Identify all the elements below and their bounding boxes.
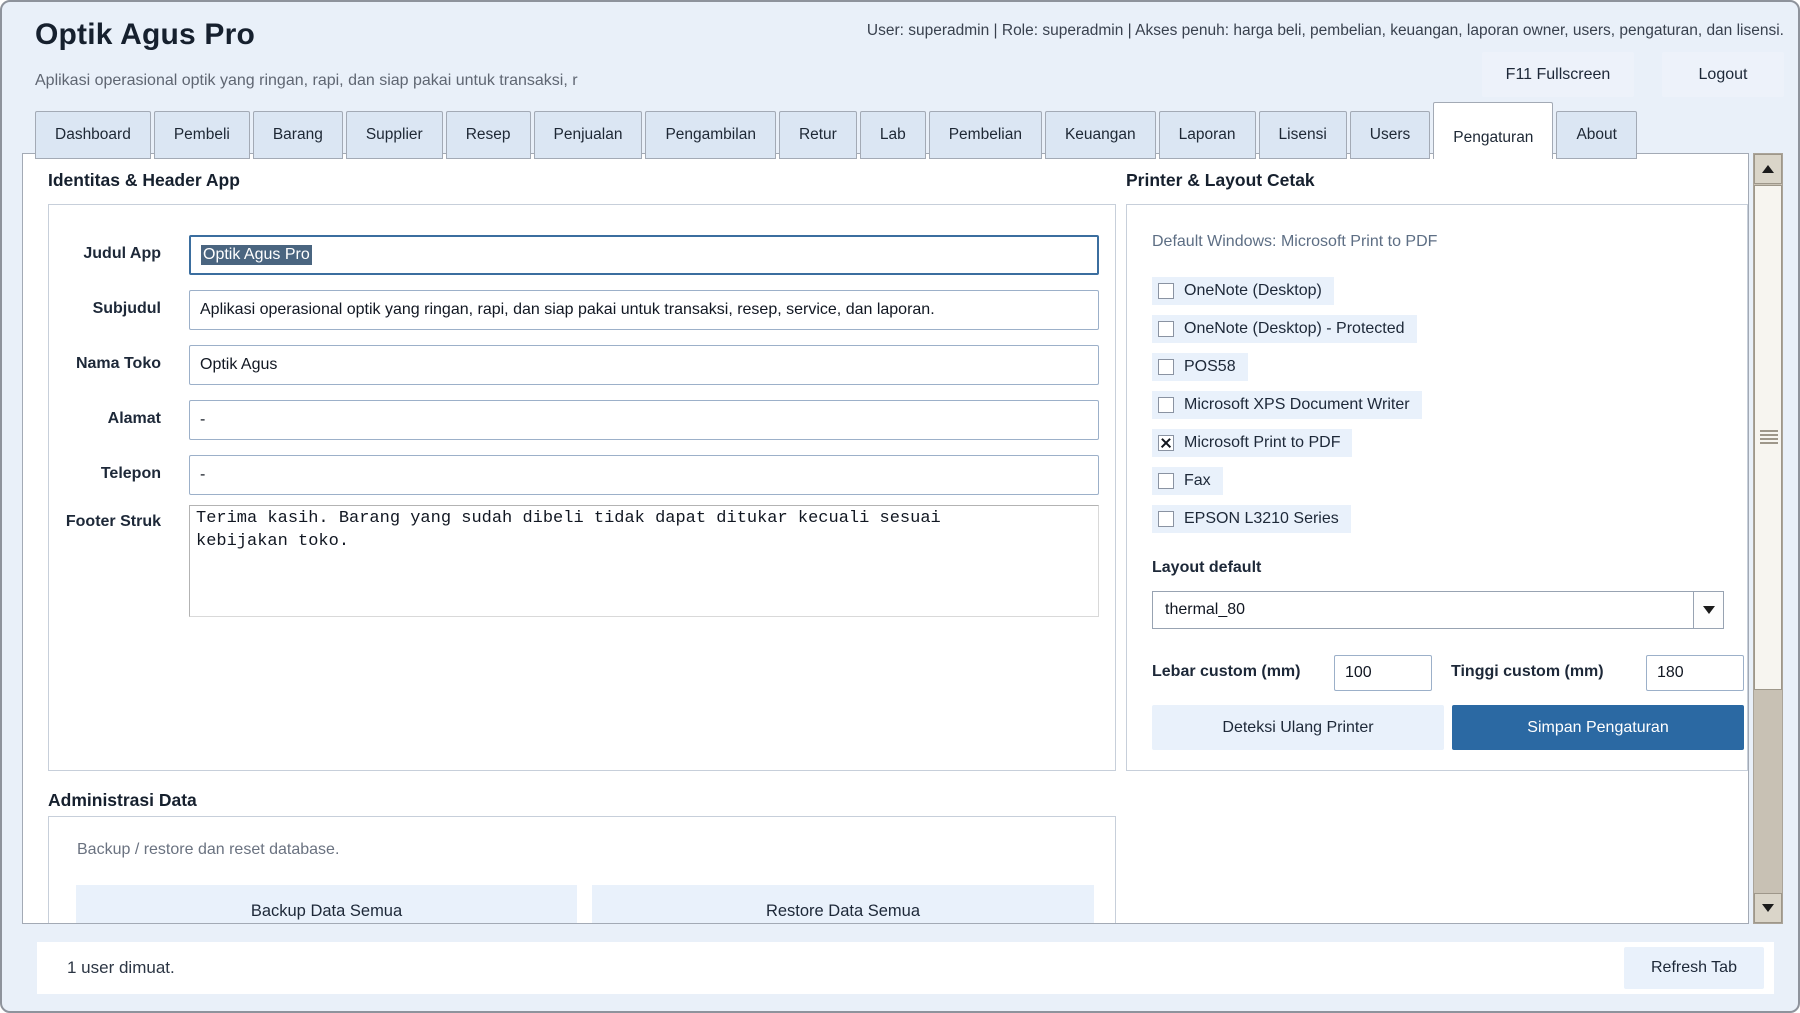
printer-option-label: Microsoft XPS Document Writer — [1184, 396, 1410, 414]
telepon-label: Telepon — [49, 465, 161, 483]
nama-toko-label: Nama Toko — [49, 355, 161, 373]
printer-group-box: Default Windows: Microsoft Print to PDF … — [1126, 204, 1748, 771]
printer-option-label: OneNote (Desktop) — [1184, 282, 1322, 300]
checkbox[interactable] — [1158, 473, 1174, 489]
tab-resep[interactable]: Resep — [446, 111, 531, 159]
scrollbar-down-button[interactable] — [1754, 893, 1782, 923]
telepon-input[interactable] — [189, 455, 1099, 495]
tab-lisensi[interactable]: Lisensi — [1259, 111, 1347, 159]
tab-keuangan[interactable]: Keuangan — [1045, 111, 1156, 159]
scrollbar-thumb[interactable] — [1754, 185, 1782, 690]
settings-panel: Identitas & Header App Judul App Optik A… — [22, 153, 1749, 924]
tab-pembelian[interactable]: Pembelian — [929, 111, 1042, 159]
subjudul-label: Subjudul — [49, 300, 161, 318]
printer-option-label: Microsoft Print to PDF — [1184, 434, 1340, 452]
layout-default-combobox[interactable]: thermal_80 — [1152, 591, 1724, 629]
footer-struk-textarea[interactable]: Terima kasih. Barang yang sudah dibeli t… — [189, 505, 1099, 617]
judul-app-label: Judul App — [49, 245, 161, 263]
user-role-info: User: superadmin | Role: superadmin | Ak… — [867, 22, 1784, 40]
checkbox[interactable] — [1158, 397, 1174, 413]
refresh-tab-button[interactable]: Refresh Tab — [1624, 947, 1764, 989]
printer-option-onenote[interactable]: OneNote (Desktop) — [1152, 277, 1334, 305]
identity-group-box: Judul App Optik Agus Pro Subjudul Nama T… — [48, 204, 1116, 771]
admin-section-heading: Administrasi Data — [48, 790, 197, 811]
printer-option-print-to-pdf[interactable]: Microsoft Print to PDF — [1152, 429, 1352, 457]
scrollbar-up-button[interactable] — [1754, 154, 1782, 184]
detect-printer-button[interactable]: Deteksi Ulang Printer — [1152, 705, 1444, 750]
printer-option-label: POS58 — [1184, 358, 1236, 376]
save-settings-button[interactable]: Simpan Pengaturan — [1452, 705, 1744, 750]
lebar-custom-input[interactable] — [1334, 655, 1432, 691]
tab-lab[interactable]: Lab — [860, 111, 926, 159]
tinggi-custom-input[interactable] — [1646, 655, 1744, 691]
layout-default-value: thermal_80 — [1153, 601, 1245, 619]
restore-data-button[interactable]: Restore Data Semua — [592, 885, 1094, 924]
printer-option-label: EPSON L3210 Series — [1184, 510, 1339, 528]
tab-bar: Dashboard Pembeli Barang Supplier Resep … — [35, 102, 1640, 159]
alamat-label: Alamat — [49, 410, 161, 428]
fullscreen-button[interactable]: F11 Fullscreen — [1482, 52, 1634, 97]
app-title: Optik Agus Pro — [35, 18, 255, 52]
status-text: 1 user dimuat. — [67, 958, 175, 978]
default-printer-info: Default Windows: Microsoft Print to PDF — [1152, 233, 1437, 251]
status-bar: 1 user dimuat. Refresh Tab — [37, 942, 1774, 994]
alamat-input[interactable] — [189, 400, 1099, 440]
app-subtitle: Aplikasi operasional optik yang ringan, … — [35, 72, 578, 90]
lebar-custom-label: Lebar custom (mm) — [1152, 663, 1300, 681]
layout-default-label: Layout default — [1152, 559, 1261, 577]
tab-users[interactable]: Users — [1350, 111, 1430, 159]
printer-option-onenote-protected[interactable]: OneNote (Desktop) - Protected — [1152, 315, 1417, 343]
tab-laporan[interactable]: Laporan — [1159, 111, 1256, 159]
tab-penjualan[interactable]: Penjualan — [534, 111, 643, 159]
printer-option-label: OneNote (Desktop) - Protected — [1184, 320, 1405, 338]
checkbox[interactable] — [1158, 321, 1174, 337]
nama-toko-input[interactable] — [189, 345, 1099, 385]
tinggi-custom-label: Tinggi custom (mm) — [1451, 663, 1604, 681]
arrow-up-icon — [1762, 165, 1774, 173]
admin-description: Backup / restore dan reset database. — [77, 841, 339, 859]
tab-barang[interactable]: Barang — [253, 111, 343, 159]
footer-struk-label: Footer Struk — [49, 513, 161, 531]
tab-about[interactable]: About — [1556, 111, 1637, 159]
printer-option-pos58[interactable]: POS58 — [1152, 353, 1248, 381]
checkbox[interactable] — [1158, 283, 1174, 299]
judul-app-input[interactable]: Optik Agus Pro — [189, 235, 1099, 275]
chevron-down-icon — [1703, 606, 1715, 614]
logout-button[interactable]: Logout — [1662, 52, 1784, 97]
printer-option-fax[interactable]: Fax — [1152, 467, 1223, 495]
app-window: Optik Agus Pro Aplikasi operasional opti… — [0, 0, 1800, 1013]
checkbox[interactable] — [1158, 511, 1174, 527]
identity-section-heading: Identitas & Header App — [48, 170, 240, 191]
tab-pengambilan[interactable]: Pengambilan — [645, 111, 775, 159]
combobox-dropdown-button[interactable] — [1693, 592, 1723, 628]
printer-option-label: Fax — [1184, 472, 1211, 490]
printer-option-xps[interactable]: Microsoft XPS Document Writer — [1152, 391, 1422, 419]
vertical-scrollbar[interactable] — [1753, 153, 1783, 924]
printer-section-heading: Printer & Layout Cetak — [1126, 170, 1315, 191]
printer-option-epson[interactable]: EPSON L3210 Series — [1152, 505, 1351, 533]
tab-dashboard[interactable]: Dashboard — [35, 111, 151, 159]
tab-supplier[interactable]: Supplier — [346, 111, 443, 159]
checkbox[interactable] — [1158, 359, 1174, 375]
selected-text: Optik Agus Pro — [201, 245, 312, 265]
tab-pembeli[interactable]: Pembeli — [154, 111, 250, 159]
scrollbar-grip — [1760, 430, 1778, 446]
backup-data-button[interactable]: Backup Data Semua — [76, 885, 577, 924]
subjudul-input[interactable] — [189, 290, 1099, 330]
admin-group-box: Backup / restore dan reset database. Bac… — [48, 816, 1116, 924]
arrow-down-icon — [1762, 904, 1774, 912]
checkbox[interactable] — [1158, 435, 1174, 451]
tab-retur[interactable]: Retur — [779, 111, 857, 159]
tab-pengaturan[interactable]: Pengaturan — [1433, 102, 1553, 159]
